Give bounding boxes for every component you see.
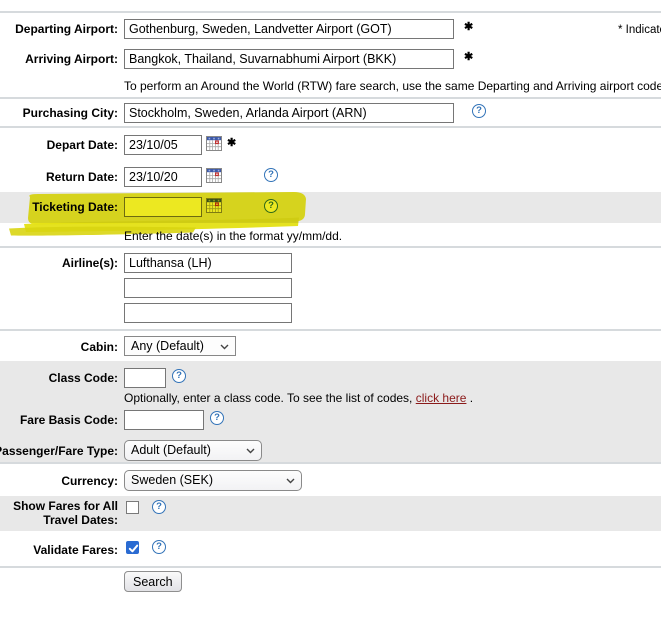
calendar-icon[interactable] xyxy=(206,168,222,183)
airline-input-1[interactable] xyxy=(124,253,292,273)
help-icon[interactable]: ? xyxy=(472,104,486,118)
class-code-input[interactable] xyxy=(124,368,166,388)
help-icon[interactable]: ? xyxy=(152,500,166,514)
required-asterisk: ✱ xyxy=(464,52,473,63)
currency-selected-value: Sweden (SEK) xyxy=(131,470,213,491)
chevron-down-icon xyxy=(246,440,255,461)
validate-fares-label: Validate Fares: xyxy=(33,543,118,557)
click-here-link[interactable]: click here xyxy=(416,391,467,405)
purchasing-city-label: Purchasing City: xyxy=(23,106,118,120)
fare-basis-label: Fare Basis Code: xyxy=(20,413,118,427)
chevron-down-icon xyxy=(286,470,295,491)
return-date-input[interactable] xyxy=(124,167,202,187)
help-icon[interactable]: ? xyxy=(172,369,186,383)
class-code-note: Optionally, enter a class code. To see t… xyxy=(124,391,473,405)
separator xyxy=(0,97,661,99)
chevron-down-icon xyxy=(220,336,229,356)
cabin-label: Cabin: xyxy=(81,340,118,354)
return-date-label: Return Date: xyxy=(46,170,118,184)
separator xyxy=(0,126,661,128)
required-asterisk: ✱ xyxy=(464,22,473,33)
show-fares-label: Show Fares for All Travel Dates: xyxy=(13,499,118,527)
show-fares-checkbox[interactable] xyxy=(126,501,139,514)
help-icon[interactable]: ? xyxy=(264,168,278,182)
required-asterisk: ✱ xyxy=(227,138,236,149)
currency-select[interactable]: Sweden (SEK) xyxy=(124,470,302,491)
departing-airport-label: Departing Airport: xyxy=(15,22,118,36)
calendar-icon[interactable] xyxy=(206,198,222,213)
required-note: * Indicates xyxy=(618,23,661,37)
class-code-label: Class Code: xyxy=(49,371,118,385)
help-icon[interactable]: ? xyxy=(264,199,278,213)
purchasing-city-input[interactable] xyxy=(124,103,454,123)
fare-basis-input[interactable] xyxy=(124,410,204,430)
separator xyxy=(0,11,661,13)
search-button[interactable]: Search xyxy=(124,571,182,592)
cabin-selected-value: Any (Default) xyxy=(131,336,204,356)
help-icon[interactable]: ? xyxy=(210,411,224,425)
class-code-note-suffix: . xyxy=(466,391,473,405)
depart-date-label: Depart Date: xyxy=(47,138,118,152)
arriving-airport-input[interactable] xyxy=(124,49,454,69)
separator xyxy=(0,246,661,248)
class-code-note-prefix: Optionally, enter a class code. To see t… xyxy=(124,391,412,405)
separator xyxy=(0,462,661,464)
cabin-select[interactable]: Any (Default) xyxy=(124,336,236,356)
show-fares-label-line1: Show Fares for All xyxy=(13,499,118,513)
validate-fares-checkbox[interactable] xyxy=(126,541,139,554)
separator xyxy=(0,566,661,568)
airline-input-3[interactable] xyxy=(124,303,292,323)
separator xyxy=(0,329,661,331)
airlines-label: Airline(s): xyxy=(62,256,118,270)
airline-input-2[interactable] xyxy=(124,278,292,298)
show-fares-label-line2: Travel Dates: xyxy=(13,513,118,527)
passenger-type-select[interactable]: Adult (Default) xyxy=(124,440,262,461)
passenger-type-selected-value: Adult (Default) xyxy=(131,440,211,461)
fare-search-form: Departing Airport: ✱ * Indicates Arrivin… xyxy=(0,0,661,628)
currency-label: Currency: xyxy=(61,474,118,488)
passenger-type-label: Passenger/Fare Type: xyxy=(0,444,118,458)
rtw-note: To perform an Around the World (RTW) far… xyxy=(124,79,661,93)
depart-date-input[interactable] xyxy=(124,135,202,155)
help-icon[interactable]: ? xyxy=(152,540,166,554)
ticketing-date-input[interactable] xyxy=(124,197,202,217)
ticketing-date-label: Ticketing Date: xyxy=(32,200,118,214)
departing-airport-input[interactable] xyxy=(124,19,454,39)
marker-highlight xyxy=(0,0,661,628)
calendar-icon[interactable] xyxy=(206,136,222,151)
date-format-note: Enter the date(s) in the format yy/mm/dd… xyxy=(124,229,342,243)
arriving-airport-label: Arriving Airport: xyxy=(25,52,118,66)
